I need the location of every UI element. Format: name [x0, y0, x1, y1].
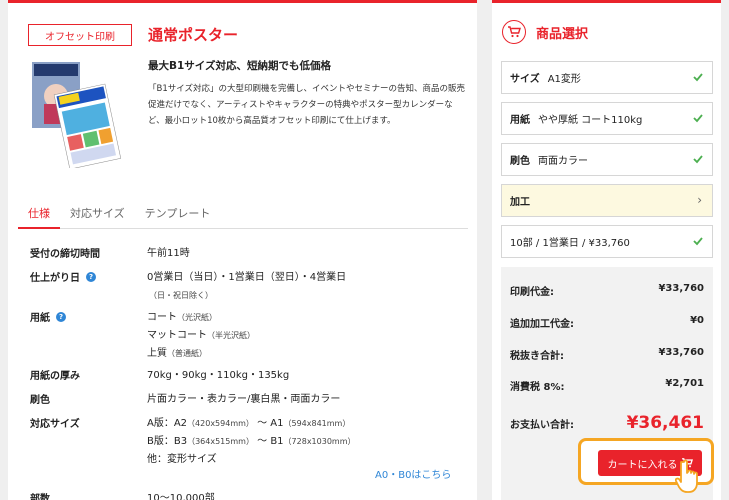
spec-tabs: 仕様 対応サイズ テンプレート — [18, 203, 468, 229]
price-row-print: 印刷代金: ¥33,760 — [510, 283, 704, 298]
option-value: 10部 / 1営業日 / ¥33,760 — [510, 238, 630, 249]
price-label: 税抜き合計: — [510, 351, 564, 362]
product-tagline: 最大B1サイズ対応、短納期でも低価格 — [148, 60, 331, 72]
option-value: A1変形 — [547, 74, 581, 85]
tab-sizes[interactable]: 対応サイズ — [60, 203, 135, 229]
product-thumbnail — [32, 62, 122, 168]
pointer-hand-icon — [675, 459, 698, 493]
turnaround-options: 0営業日（当日）・1営業日（翌日）・4営業日 — [147, 272, 347, 283]
spec-value: 片面カラー・表カラー/裏白黒・両面カラー — [147, 394, 341, 405]
price-value: ¥33,760 — [658, 283, 704, 294]
spec-label-text: 用紙 — [30, 313, 50, 324]
price-value: ¥2,701 — [665, 378, 704, 389]
a-size-main: A版：A2 — [147, 418, 188, 429]
spec-label: 部数 — [30, 494, 50, 500]
spec-label: 対応サイズ — [30, 419, 80, 430]
tab-template[interactable]: テンプレート — [135, 203, 221, 229]
price-row-addon: 追加加工代金: ¥0 — [510, 315, 704, 330]
b-size-main: B版：B3 — [147, 436, 188, 447]
price-row-total: お支払い合計: ¥36,461 — [510, 413, 704, 433]
a-size-note: （420x594mm） — [187, 419, 254, 428]
help-icon[interactable]: ? — [56, 311, 66, 322]
option-key: 用紙 — [510, 115, 530, 126]
check-icon — [693, 73, 703, 82]
spec-label: 受付の締切時間 — [30, 249, 100, 260]
product-description: 「B1サイズ対応」の大型印刷機を完備し、イベントやセミナーの告知、商品の販売促進… — [148, 84, 465, 126]
total-value: ¥36,461 — [626, 413, 704, 433]
print-type-badge: オフセット印刷 — [28, 24, 132, 46]
price-value: ¥0 — [690, 315, 704, 326]
selection-title: 商品選択 — [536, 26, 589, 42]
turnaround-note: （日・祝日除く） — [149, 291, 213, 300]
paper-name: コート — [147, 312, 177, 323]
option-size[interactable]: サイズ A1変形 — [501, 61, 713, 94]
option-color[interactable]: 刷色 両面カラー — [501, 143, 713, 176]
chevron-right-icon: › — [697, 193, 702, 207]
spec-value: 10〜10,000部 — [147, 493, 215, 500]
other-sizes: 他：変形サイズ — [147, 454, 217, 465]
cart-icon — [502, 20, 526, 44]
spec-value: A版：A2（420x594mm） 〜 A1（594x841mm） B版：B3（3… — [147, 415, 356, 469]
a-size-note: （594x841mm） — [283, 419, 351, 428]
tab-spec[interactable]: 仕様 — [18, 203, 60, 229]
spec-label-text: 仕上がり日 — [30, 273, 80, 284]
spec-value: 70kg・90kg・110kg・135kg — [147, 370, 290, 381]
product-panel: オフセット印刷 通常ポスター 最大B1サイズ対応、短納期でも低価格 「B1サイズ… — [8, 0, 477, 500]
selection-header: 商品選択 — [502, 20, 588, 44]
add-to-cart-label: カートに入れる — [607, 459, 678, 471]
check-icon — [693, 237, 703, 246]
price-row-subtotal: 税抜き合計: ¥33,760 — [510, 347, 704, 362]
option-paper[interactable]: 用紙 やや厚紙 コート110kg — [501, 102, 713, 135]
spec-label: 刷色 — [30, 395, 50, 406]
paper-note: （光沢紙） — [177, 313, 217, 322]
spec-value: コート（光沢紙） マットコート（半光沢紙） 上質（普通紙） — [147, 309, 255, 363]
option-key: 刷色 — [510, 156, 530, 167]
paper-note: （普通紙） — [167, 349, 207, 358]
option-value: やや厚紙 コート110kg — [538, 115, 643, 126]
spec-label: 仕上がり日 ? — [30, 269, 96, 284]
paper-name: 上質 — [147, 348, 167, 359]
b-size-note: （728x1030mm） — [283, 437, 356, 446]
price-label: 消費税 8%: — [510, 382, 565, 393]
a0-b0-link[interactable]: A0・B0はこちら — [375, 466, 451, 481]
option-key: 加工 — [510, 197, 530, 208]
option-finishing[interactable]: 加工 › — [501, 184, 713, 217]
check-icon — [693, 155, 703, 164]
spec-label: 用紙の厚み — [30, 371, 80, 382]
spec-value: 午前11時 — [147, 248, 190, 259]
help-icon[interactable]: ? — [86, 271, 96, 282]
paper-name: マットコート — [147, 330, 207, 341]
spec-value: 0営業日（当日）・1営業日（翌日）・4営業日 （日・祝日除く） — [147, 269, 346, 305]
price-value: ¥33,760 — [658, 347, 704, 358]
price-row-tax: 消費税 8%: ¥2,701 — [510, 378, 704, 393]
price-label: 印刷代金: — [510, 287, 554, 298]
price-label: 追加加工代金: — [510, 319, 574, 330]
product-title: 通常ポスター — [148, 26, 239, 44]
a-size-to: 〜 A1 — [257, 418, 284, 429]
option-value: 両面カラー — [538, 156, 588, 167]
spec-label: 用紙 ? — [30, 309, 66, 324]
check-icon — [693, 114, 703, 123]
selection-panel: 商品選択 サイズ A1変形 用紙 やや厚紙 コート110kg 刷色 両面カラー … — [492, 0, 721, 500]
paper-note: （半光沢紙） — [207, 331, 255, 340]
total-label: お支払い合計: — [510, 419, 574, 431]
b-size-note: （364x515mm） — [187, 437, 254, 446]
option-key: サイズ — [510, 74, 540, 85]
option-summary[interactable]: 10部 / 1営業日 / ¥33,760 — [501, 225, 713, 258]
b-size-to: 〜 B1 — [257, 436, 284, 447]
